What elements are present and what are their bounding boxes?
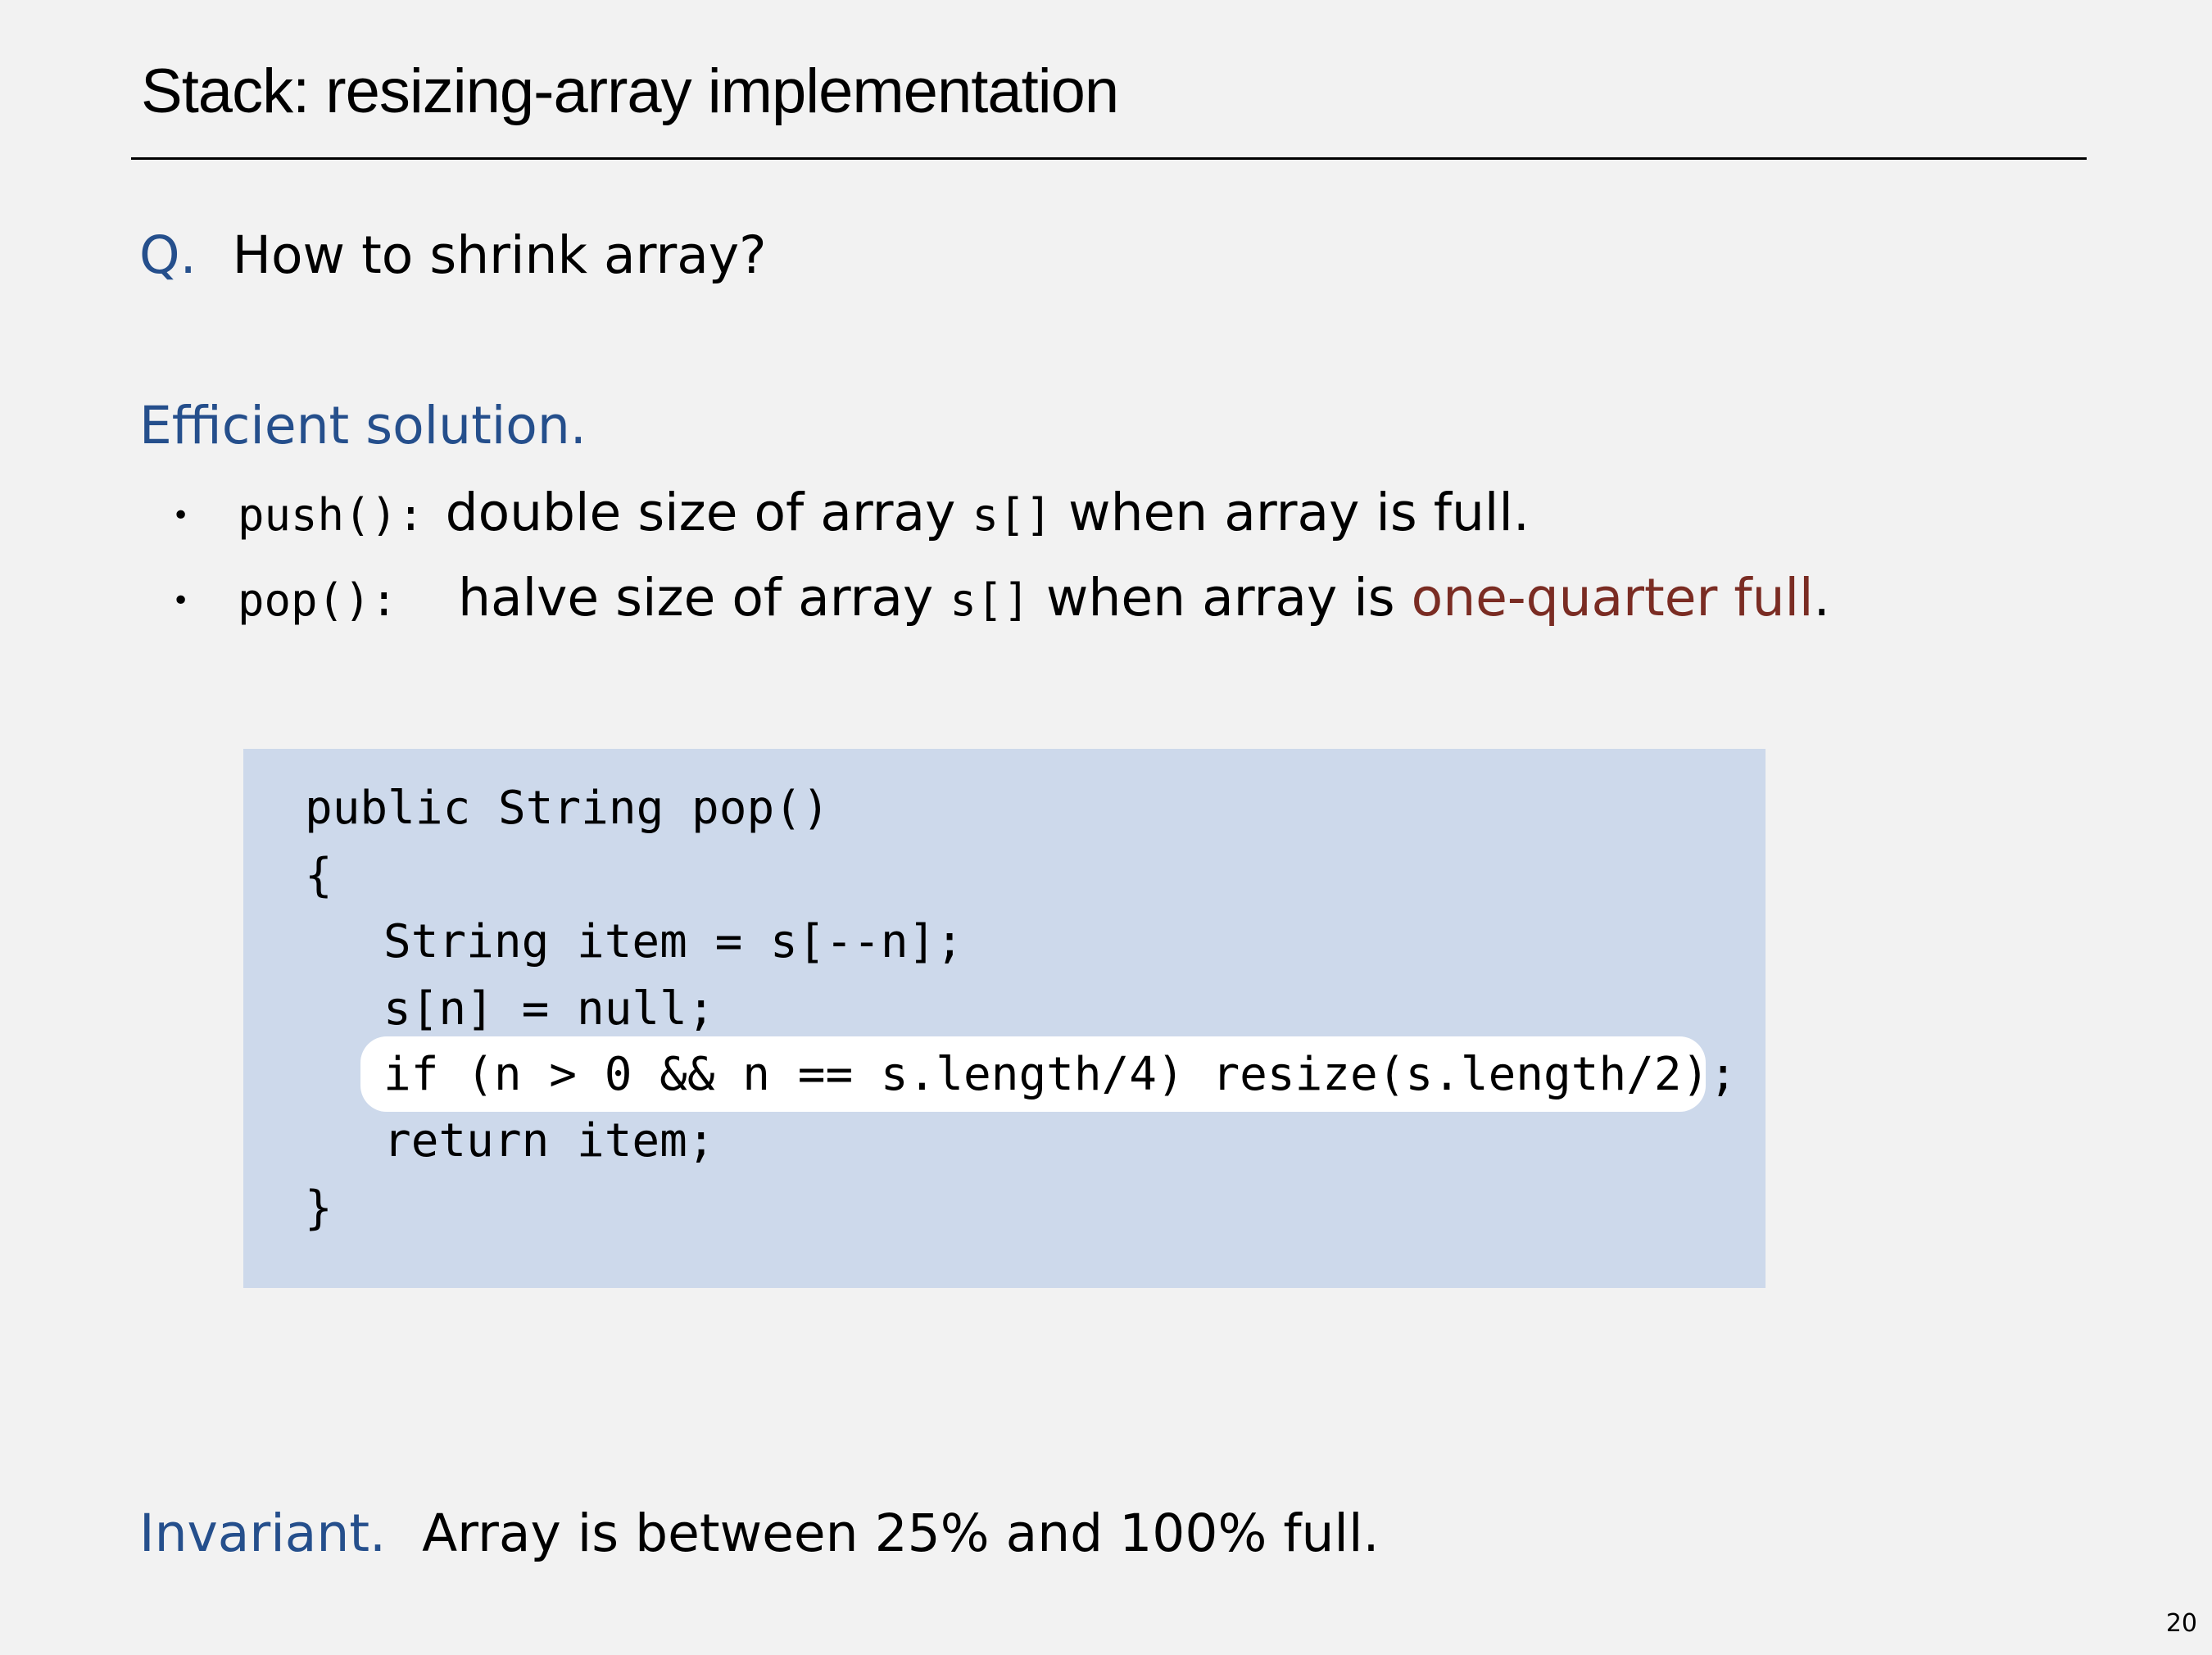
question-line: Q. How to shrink array?: [139, 223, 767, 288]
bullet-highlight-text: one-quarter full: [1411, 568, 1814, 628]
invariant-text: Array is between 25% and 100% full.: [422, 1503, 1380, 1563]
invariant-line: Invariant. Array is between 25% and 100% …: [139, 1501, 1379, 1567]
page-number: 20: [2165, 1609, 2197, 1638]
bullet-text: halve size of array: [458, 568, 950, 628]
bullet-dot-icon: •: [172, 583, 190, 618]
bullet-code-label: pop():: [238, 574, 398, 626]
title-divider: [131, 157, 2087, 160]
slide-title: Stack: resizing-array implementation: [141, 57, 1119, 126]
bullet-push: • push(): double size of array s[] when ar…: [172, 480, 1530, 549]
solution-heading: Efficient solution.: [139, 396, 587, 456]
bullet-inline-code: s[]: [950, 574, 1030, 626]
code-line: }: [305, 1181, 333, 1235]
code-line: public String pop(): [305, 782, 830, 835]
bullet-code-label: push():: [238, 489, 424, 541]
code-line: String item = s[--n];: [383, 915, 964, 968]
bullet-pop: • pop(): halve size of array s[] when arra…: [172, 565, 1830, 634]
code-line: s[n] = null;: [383, 982, 715, 1036]
bullet-text-after: when array is: [1029, 568, 1412, 628]
question-text: How to shrink array?: [232, 225, 767, 285]
question-label: Q.: [139, 225, 197, 285]
code-line-highlighted: if (n > 0 && n == s.length/4) resize(s.l…: [383, 1048, 1738, 1101]
bullet-text: double size of array: [445, 483, 972, 542]
bullet-inline-code: s[]: [972, 489, 1053, 541]
bullet-dot-icon: •: [172, 498, 190, 533]
bullet-end: .: [1813, 568, 1830, 628]
invariant-label: Invariant.: [139, 1503, 387, 1563]
code-line: return item;: [383, 1114, 715, 1168]
bullet-text-after: when array is full.: [1052, 483, 1530, 542]
code-line: {: [305, 849, 333, 902]
